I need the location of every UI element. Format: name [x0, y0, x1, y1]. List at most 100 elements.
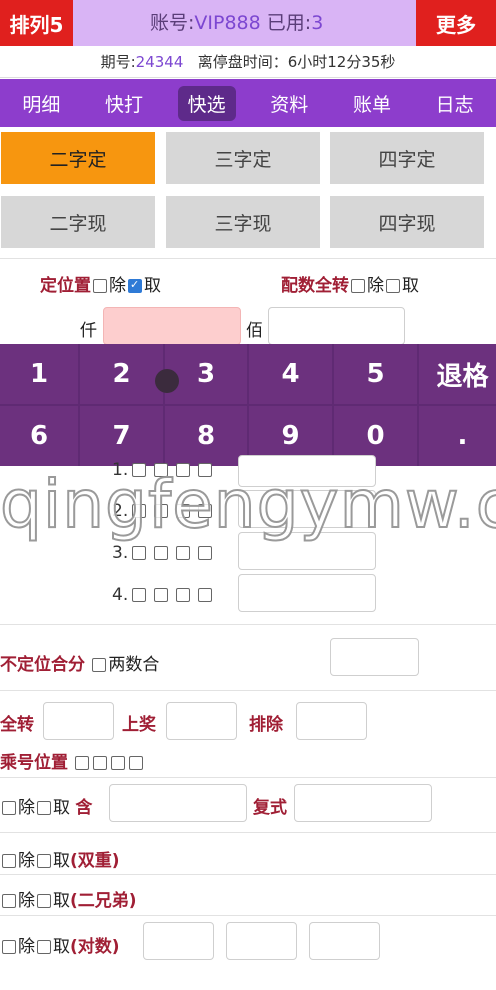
fixed-exclude-checkbox[interactable]	[93, 279, 107, 293]
account-info: 账号:VIP888 已用:3	[150, 0, 323, 46]
combo-exclude-checkbox[interactable]	[351, 279, 365, 293]
key-dot[interactable]: .	[419, 406, 496, 466]
pairs-input-3[interactable]	[309, 922, 380, 960]
row-3-checkbox-4[interactable]	[198, 546, 213, 560]
multiply-checkbox-4[interactable]	[129, 756, 144, 770]
row-3-checkbox-1[interactable]	[132, 546, 147, 560]
type-four-show[interactable]: 四字现	[330, 196, 484, 248]
row-3-checkbox-3[interactable]	[176, 546, 191, 560]
row-3-checkbox-2[interactable]	[154, 546, 169, 560]
top-bar: 排列5 账号:VIP888 已用:3 更多	[0, 0, 496, 46]
contain-exclude-checkbox[interactable]	[2, 801, 16, 815]
contain-exclude-label: 除	[18, 798, 35, 818]
tab-quick-select[interactable]: 快选	[177, 85, 236, 121]
compound-input[interactable]	[294, 784, 432, 822]
pairs-take-checkbox[interactable]	[37, 940, 51, 954]
row-4-checkbox-4[interactable]	[198, 588, 213, 602]
account-label: 账号:	[150, 12, 195, 34]
multiply-checkbox-3[interactable]	[111, 756, 126, 770]
contain-take-checkbox[interactable]	[37, 801, 51, 815]
combo-take-checkbox[interactable]	[386, 279, 400, 293]
period-value: 24344	[135, 53, 184, 71]
period-label: 期号:	[100, 53, 136, 71]
multiply-row: 乘号位置	[0, 748, 145, 773]
multiply-label: 乘号位置	[0, 753, 68, 773]
compound-label: 复式	[253, 798, 287, 818]
numeric-keypad: 1 2 3 4 5 退格 6 7 8 9 0 .	[0, 344, 496, 466]
two-sum-label: 两数合	[108, 655, 160, 675]
contain-row: 除取 含	[0, 793, 92, 818]
main-nav: 明细 快打 快选 资料 账单 日志	[0, 79, 496, 127]
nonfixed-label: 不定位合分	[0, 655, 85, 675]
divider	[0, 874, 496, 875]
contain-take-label: 取	[53, 798, 70, 818]
key-2[interactable]: 2	[80, 344, 163, 404]
type-four-fixed[interactable]: 四字定	[330, 132, 484, 184]
tab-bills[interactable]: 账单	[343, 86, 401, 121]
type-three-show[interactable]: 三字现	[166, 196, 320, 248]
upper-input[interactable]	[166, 702, 237, 740]
multiply-checkbox-2[interactable]	[93, 756, 108, 770]
tab-details[interactable]: 明细	[12, 86, 70, 121]
used-label: 已用:	[266, 12, 312, 34]
key-1[interactable]: 1	[0, 344, 78, 404]
double-exclude-label: 除	[18, 851, 35, 871]
type-two-fixed[interactable]: 二字定	[1, 132, 155, 184]
key-8[interactable]: 8	[165, 406, 247, 466]
game-select-button[interactable]: 排列5	[0, 0, 73, 46]
two-sum-checkbox[interactable]	[92, 658, 107, 672]
pairs-exclude-label: 除	[18, 937, 35, 957]
row-3: 3.	[112, 543, 216, 563]
exclude-input[interactable]	[296, 702, 367, 740]
brothers-take-checkbox[interactable]	[37, 894, 51, 908]
multiply-checkbox-1[interactable]	[75, 756, 90, 770]
pairs-label: (对数)	[70, 937, 120, 957]
pairs-input-2[interactable]	[226, 922, 297, 960]
close-countdown: 离停盘时间：6小时12分35秒	[197, 53, 396, 71]
row-4-checkbox-2[interactable]	[154, 588, 169, 602]
brothers-exclude-checkbox[interactable]	[2, 894, 16, 908]
row-4-label: 4.	[112, 585, 129, 605]
fixed-take-label: 取	[144, 276, 161, 296]
double-take-checkbox[interactable]	[37, 854, 51, 868]
pairs-input-1[interactable]	[143, 922, 214, 960]
key-5[interactable]: 5	[334, 344, 417, 404]
tab-info[interactable]: 资料	[260, 86, 318, 121]
nonfixed-row: 不定位合分 两数合	[0, 650, 159, 675]
key-7[interactable]: 7	[80, 406, 163, 466]
exclude-label: 排除	[249, 715, 283, 735]
type-two-show[interactable]: 二字现	[1, 196, 155, 248]
more-button[interactable]: 更多	[416, 0, 496, 46]
divider	[0, 777, 496, 778]
brothers-label: (二兄弟)	[70, 891, 137, 911]
period-info: 期号:24344 离停盘时间：6小时12分35秒	[0, 46, 496, 78]
bai-label: 佰	[246, 321, 263, 341]
divider	[0, 690, 496, 691]
brothers-row: 除取(二兄弟)	[0, 886, 137, 911]
tab-log[interactable]: 日志	[426, 86, 484, 121]
brothers-take-label: 取	[53, 891, 70, 911]
qian-input[interactable]	[103, 307, 241, 345]
tab-quick-play[interactable]: 快打	[95, 86, 153, 121]
fixed-take-checkbox[interactable]	[128, 278, 142, 293]
full-turn-label: 全转	[0, 715, 34, 735]
row-4-checkbox-3[interactable]	[176, 588, 191, 602]
double-exclude-checkbox[interactable]	[2, 854, 16, 868]
combo-row: 配数全转除取	[281, 271, 419, 296]
upper-label: 上奖	[122, 715, 156, 735]
divider	[0, 624, 496, 625]
pairs-exclude-checkbox[interactable]	[2, 940, 16, 954]
key-6[interactable]: 6	[0, 406, 78, 466]
full-turn-input[interactable]	[43, 702, 114, 740]
key-4[interactable]: 4	[249, 344, 332, 404]
divider	[0, 915, 496, 916]
row-4-checkbox-1[interactable]	[132, 588, 147, 602]
bai-input[interactable]	[268, 307, 405, 345]
type-three-fixed[interactable]: 三字定	[166, 132, 320, 184]
row-4-input[interactable]	[238, 574, 376, 612]
nonfixed-input[interactable]	[330, 638, 419, 676]
qian-label: 仟	[80, 321, 97, 341]
key-backspace[interactable]: 退格	[419, 344, 496, 404]
account-value: VIP888	[194, 12, 261, 34]
contain-input[interactable]	[109, 784, 247, 822]
